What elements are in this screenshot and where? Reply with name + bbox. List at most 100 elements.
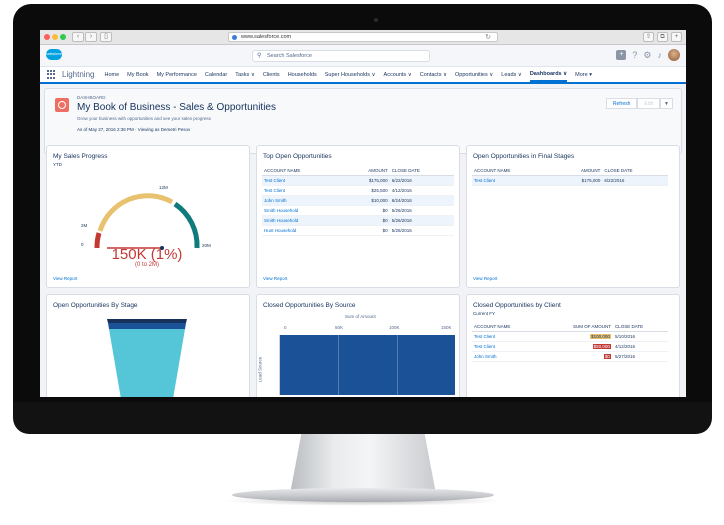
nav-item-contacts[interactable]: Contacts ∨ <box>420 72 447 78</box>
column-header[interactable]: CLOSE DATE <box>389 166 454 176</box>
date-cell: 5/27/2016 <box>612 351 668 362</box>
forward-icon[interactable]: › <box>85 32 97 42</box>
account-link[interactable]: Test Client <box>472 175 555 186</box>
table-row: Hunt Household $0 5/26/2016 <box>262 225 454 236</box>
dashboard-description: Grow your business with opportunities an… <box>77 116 211 121</box>
view-report-link[interactable]: View Report <box>473 276 497 281</box>
view-report-link[interactable]: View Report <box>263 276 287 281</box>
table-row: Smith Household $0 5/26/2016 <box>262 205 454 216</box>
header-icons: + ? ⚙ ♪ <box>616 49 680 61</box>
card-title: Top Open Opportunities <box>263 153 332 160</box>
refresh-button[interactable]: Refresh <box>605 98 638 109</box>
amount-cell: $0 <box>342 205 390 216</box>
account-link[interactable]: Test Client <box>472 341 542 352</box>
nav-item-dashboards[interactable]: Dashboards ∨ <box>529 71 568 82</box>
nav-item-super-households[interactable]: Super Households ∨ <box>325 72 376 78</box>
final-stages-card: Open Opportunities in Final Stages ACCOU… <box>466 145 680 288</box>
column-header[interactable]: AMOUNT <box>342 166 390 176</box>
account-link[interactable]: Test Client <box>472 331 542 342</box>
nav-item-home[interactable]: Home <box>104 72 119 78</box>
gear-icon[interactable]: ⚙ <box>643 49 651 61</box>
amount-cell: $175,000 <box>554 175 603 186</box>
nav-item-households[interactable]: Households <box>288 72 317 78</box>
card-title: Open Opportunities By Stage <box>53 302 138 309</box>
account-link[interactable]: Test Client <box>262 185 343 196</box>
source-bar[interactable] <box>279 335 455 395</box>
date-cell: 6/22/2016 <box>602 175 668 186</box>
maximize-window-button[interactable] <box>60 34 66 40</box>
date-cell: 5/26/2016 <box>389 205 454 216</box>
app-nav: Lightning Home My Book My Performance Ca… <box>40 67 686 84</box>
amount-cell: $25,500 <box>342 185 390 196</box>
account-link[interactable]: John Smith <box>262 195 343 206</box>
card-subtitle: Current FY <box>473 311 496 316</box>
account-link[interactable]: Hunt Household <box>262 225 343 236</box>
nav-item-accounts[interactable]: Accounts ∨ <box>384 72 412 78</box>
salesforce-logo[interactable]: salesforce <box>46 49 62 60</box>
column-header[interactable]: ACCOUNT NAME <box>472 322 542 332</box>
column-header[interactable]: CLOSE DATE <box>602 166 668 176</box>
back-icon[interactable]: ‹ <box>72 32 84 42</box>
account-link[interactable]: Smith Household <box>262 205 343 216</box>
site-icon <box>232 35 237 40</box>
chevron-down-icon[interactable]: ▼ <box>660 98 673 109</box>
account-link[interactable]: Test Client <box>262 175 343 186</box>
sidebar-icon[interactable]: ▯ <box>100 32 112 42</box>
bell-icon[interactable]: ♪ <box>658 49 663 61</box>
edit-button[interactable]: Edit <box>637 98 661 109</box>
top-open-table: ACCOUNT NAME AMOUNT CLOSE DATE Test Clie… <box>262 166 454 236</box>
tabs-icon[interactable]: ⧉ <box>657 32 668 42</box>
add-icon[interactable]: + <box>616 50 627 60</box>
account-link[interactable]: John Smith <box>472 351 542 362</box>
app-launcher-icon[interactable] <box>47 69 57 80</box>
dashboard-as-of: As of May 27, 2016 2:36 PM · Viewing as … <box>77 127 191 132</box>
help-icon[interactable]: ? <box>632 49 637 61</box>
gauge-yellow-segment <box>97 193 174 232</box>
nav-item-leads[interactable]: Leads ∨ <box>501 72 522 78</box>
nav-item-calendar[interactable]: Calendar <box>205 72 227 78</box>
x-axis-title: Sum of Amount <box>345 314 376 319</box>
search-input[interactable]: ⚲ Search Salesforce <box>252 50 430 62</box>
amount-cell: $100,000 <box>541 331 613 342</box>
top-open-opps-card: Top Open Opportunities ACCOUNT NAME AMOU… <box>256 145 460 288</box>
card-subtitle: YTD <box>53 162 62 167</box>
nav-item-my-book[interactable]: My Book <box>127 72 148 78</box>
date-cell: 4/12/2016 <box>389 185 454 196</box>
table-row: Test Client $175,000 6/22/2016 <box>262 175 454 186</box>
amount-cell: $0 <box>342 215 390 226</box>
card-title: My Sales Progress <box>53 153 108 160</box>
gauge-green-segment <box>173 201 200 249</box>
column-header[interactable]: SUM OF AMOUNT <box>541 322 613 332</box>
view-report-link[interactable]: View Report <box>53 276 77 281</box>
table-row: Test Client $175,000 6/22/2016 <box>472 175 668 186</box>
add-tab-icon[interactable]: + <box>671 32 682 42</box>
column-header[interactable]: ACCOUNT NAME <box>262 166 343 176</box>
minimize-window-button[interactable] <box>52 34 58 40</box>
amount-badge: $0 <box>603 354 611 359</box>
reload-icon[interactable]: ↻ <box>485 33 491 42</box>
column-header[interactable]: AMOUNT <box>554 166 603 176</box>
funnel-segment <box>109 329 185 397</box>
opps-by-source-card: Closed Opportunities By Source Sum of Am… <box>256 294 460 397</box>
gridline <box>397 335 398 395</box>
close-window-button[interactable] <box>44 34 50 40</box>
amount-badge: $50,000 <box>592 344 611 349</box>
account-link[interactable]: Smith Household <box>262 215 343 226</box>
column-header[interactable]: ACCOUNT NAME <box>472 166 555 176</box>
nav-item-tasks[interactable]: Tasks ∨ <box>235 72 255 78</box>
card-title: Open Opportunities in Final Stages <box>473 153 575 160</box>
browser-actions: ⇧ ⧉ + <box>643 32 682 42</box>
nav-item-clients[interactable]: Clients <box>263 72 280 78</box>
nav-item-more[interactable]: More ▾ <box>575 72 592 78</box>
share-icon[interactable]: ⇧ <box>643 32 654 42</box>
gauge-label-2m: 2M <box>81 223 88 228</box>
url-text: www.salesforce.com <box>241 34 292 40</box>
date-cell: 6/22/2016 <box>389 175 454 186</box>
avatar[interactable] <box>668 49 680 61</box>
column-header[interactable]: CLOSE DATE <box>612 322 668 332</box>
address-bar[interactable]: www.salesforce.com ↻ <box>228 32 498 42</box>
nav-item-opportunities[interactable]: Opportunities ∨ <box>455 72 493 78</box>
gauge-label-12m: 12M <box>159 185 168 190</box>
nav-item-my-performance[interactable]: My Performance <box>157 72 197 78</box>
table-row: John Smith $10,000 6/24/2016 <box>262 195 454 206</box>
